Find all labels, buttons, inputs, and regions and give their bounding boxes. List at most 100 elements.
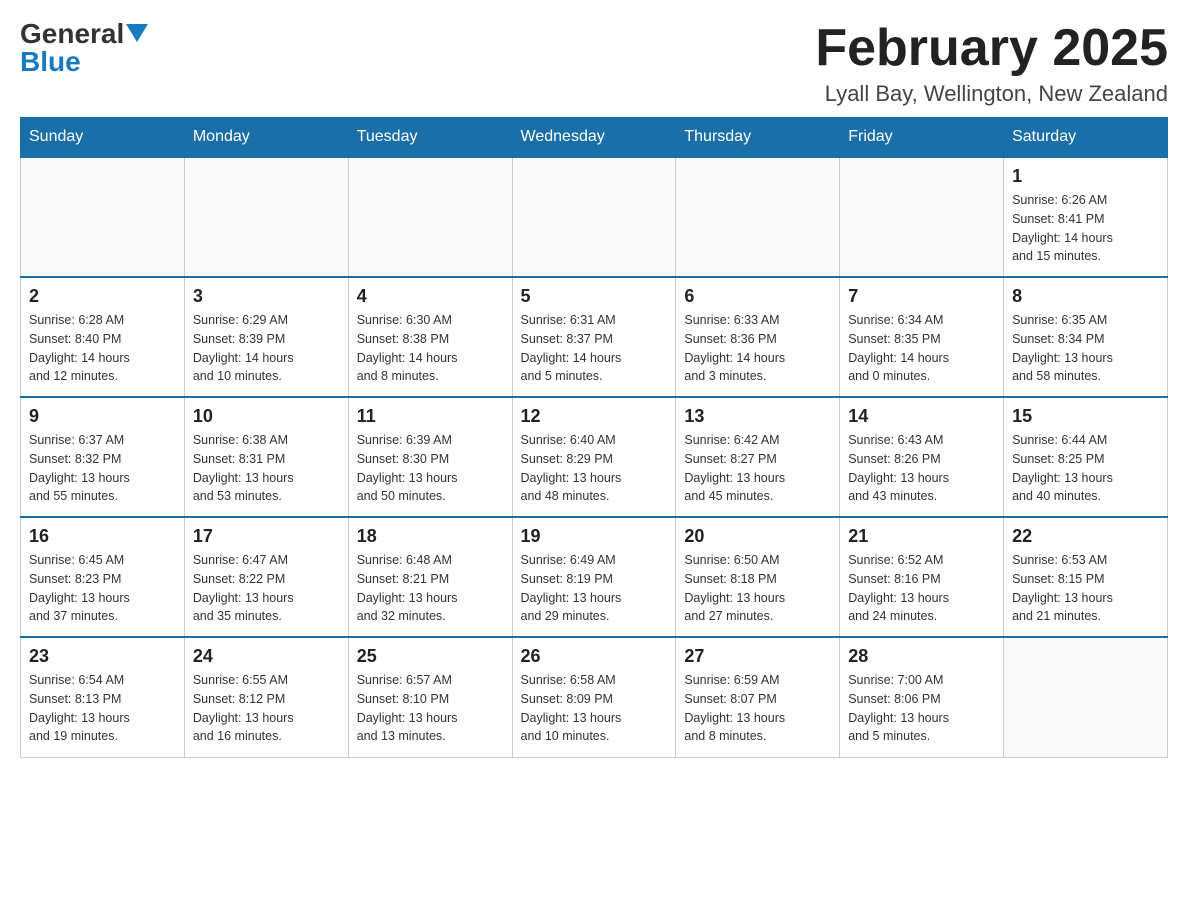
day-number: 1	[1012, 166, 1159, 187]
day-number: 16	[29, 526, 176, 547]
day-info: Sunrise: 6:50 AM Sunset: 8:18 PM Dayligh…	[684, 551, 831, 626]
day-info: Sunrise: 6:54 AM Sunset: 8:13 PM Dayligh…	[29, 671, 176, 746]
day-info: Sunrise: 6:29 AM Sunset: 8:39 PM Dayligh…	[193, 311, 340, 386]
day-info: Sunrise: 6:49 AM Sunset: 8:19 PM Dayligh…	[521, 551, 668, 626]
calendar-cell	[184, 157, 348, 277]
calendar-cell: 1 Sunrise: 6:26 AM Sunset: 8:41 PM Daylig…	[1004, 157, 1168, 277]
logo-general-text: General	[20, 20, 124, 48]
weekday-header-friday: Friday	[840, 118, 1004, 158]
calendar-cell	[512, 157, 676, 277]
day-info: Sunrise: 6:57 AM Sunset: 8:10 PM Dayligh…	[357, 671, 504, 746]
day-info: Sunrise: 6:47 AM Sunset: 8:22 PM Dayligh…	[193, 551, 340, 626]
weekday-header-tuesday: Tuesday	[348, 118, 512, 158]
day-info: Sunrise: 6:43 AM Sunset: 8:26 PM Dayligh…	[848, 431, 995, 506]
calendar-cell: 10Sunrise: 6:38 AM Sunset: 8:31 PM Dayli…	[184, 397, 348, 517]
calendar-cell: 23 Sunrise: 6:54 AM Sunset: 8:13 PM Dayli…	[21, 637, 185, 757]
calendar-cell: 24 Sunrise: 6:55 AM Sunset: 8:12 PM Dayli…	[184, 637, 348, 757]
calendar-table: SundayMondayTuesdayWednesdayThursdayFrid…	[20, 117, 1168, 758]
calendar-cell: 22 Sunrise: 6:53 AM Sunset: 8:15 PM Dayli…	[1004, 517, 1168, 637]
week-row-1: 1 Sunrise: 6:26 AM Sunset: 8:41 PM Daylig…	[21, 157, 1168, 277]
calendar-cell: 18 Sunrise: 6:48 AM Sunset: 8:21 PM Dayli…	[348, 517, 512, 637]
day-number: 24	[193, 646, 340, 667]
calendar-cell: 12 Sunrise: 6:40 AM Sunset: 8:29 PM Dayli…	[512, 397, 676, 517]
day-info: Sunrise: 6:58 AM Sunset: 8:09 PM Dayligh…	[521, 671, 668, 746]
calendar-cell: 26 Sunrise: 6:58 AM Sunset: 8:09 PM Dayli…	[512, 637, 676, 757]
day-info: Sunrise: 6:40 AM Sunset: 8:29 PM Dayligh…	[521, 431, 668, 506]
day-number: 12	[521, 406, 668, 427]
page-header: General Blue February 2025 Lyall Bay, We…	[20, 20, 1168, 107]
day-info: Sunrise: 7:00 AM Sunset: 8:06 PM Dayligh…	[848, 671, 995, 746]
weekday-header-wednesday: Wednesday	[512, 118, 676, 158]
day-number: 26	[521, 646, 668, 667]
day-info: Sunrise: 6:37 AM Sunset: 8:32 PM Dayligh…	[29, 431, 176, 506]
week-row-3: 9 Sunrise: 6:37 AM Sunset: 8:32 PM Daylig…	[21, 397, 1168, 517]
day-info: Sunrise: 6:30 AM Sunset: 8:38 PM Dayligh…	[357, 311, 504, 386]
day-number: 21	[848, 526, 995, 547]
day-number: 19	[521, 526, 668, 547]
calendar-cell	[1004, 637, 1168, 757]
calendar-cell	[840, 157, 1004, 277]
day-info: Sunrise: 6:26 AM Sunset: 8:41 PM Dayligh…	[1012, 191, 1159, 266]
day-number: 14	[848, 406, 995, 427]
week-row-2: 2 Sunrise: 6:28 AM Sunset: 8:40 PM Daylig…	[21, 277, 1168, 397]
week-row-4: 16 Sunrise: 6:45 AM Sunset: 8:23 PM Dayli…	[21, 517, 1168, 637]
week-row-5: 23 Sunrise: 6:54 AM Sunset: 8:13 PM Dayli…	[21, 637, 1168, 757]
calendar-cell	[21, 157, 185, 277]
day-number: 23	[29, 646, 176, 667]
calendar-cell: 27Sunrise: 6:59 AM Sunset: 8:07 PM Dayli…	[676, 637, 840, 757]
calendar-cell: 4Sunrise: 6:30 AM Sunset: 8:38 PM Daylig…	[348, 277, 512, 397]
day-info: Sunrise: 6:42 AM Sunset: 8:27 PM Dayligh…	[684, 431, 831, 506]
weekday-header-thursday: Thursday	[676, 118, 840, 158]
day-info: Sunrise: 6:53 AM Sunset: 8:15 PM Dayligh…	[1012, 551, 1159, 626]
day-number: 9	[29, 406, 176, 427]
calendar-cell: 11 Sunrise: 6:39 AM Sunset: 8:30 PM Dayli…	[348, 397, 512, 517]
day-info: Sunrise: 6:48 AM Sunset: 8:21 PM Dayligh…	[357, 551, 504, 626]
calendar-cell: 19 Sunrise: 6:49 AM Sunset: 8:19 PM Dayli…	[512, 517, 676, 637]
calendar-cell: 9 Sunrise: 6:37 AM Sunset: 8:32 PM Daylig…	[21, 397, 185, 517]
day-number: 28	[848, 646, 995, 667]
logo: General Blue	[20, 20, 148, 76]
day-info: Sunrise: 6:44 AM Sunset: 8:25 PM Dayligh…	[1012, 431, 1159, 506]
calendar-cell: 16 Sunrise: 6:45 AM Sunset: 8:23 PM Dayli…	[21, 517, 185, 637]
day-number: 5	[521, 286, 668, 307]
day-number: 2	[29, 286, 176, 307]
calendar-cell: 28 Sunrise: 7:00 AM Sunset: 8:06 PM Dayli…	[840, 637, 1004, 757]
calendar-cell: 3Sunrise: 6:29 AM Sunset: 8:39 PM Daylig…	[184, 277, 348, 397]
day-number: 18	[357, 526, 504, 547]
day-info: Sunrise: 6:34 AM Sunset: 8:35 PM Dayligh…	[848, 311, 995, 386]
calendar-cell: 15 Sunrise: 6:44 AM Sunset: 8:25 PM Dayli…	[1004, 397, 1168, 517]
weekday-header-monday: Monday	[184, 118, 348, 158]
calendar-cell	[676, 157, 840, 277]
logo-blue-text: Blue	[20, 48, 81, 76]
calendar-cell: 6Sunrise: 6:33 AM Sunset: 8:36 PM Daylig…	[676, 277, 840, 397]
day-number: 25	[357, 646, 504, 667]
calendar-cell: 17 Sunrise: 6:47 AM Sunset: 8:22 PM Dayli…	[184, 517, 348, 637]
calendar-cell: 13Sunrise: 6:42 AM Sunset: 8:27 PM Dayli…	[676, 397, 840, 517]
day-info: Sunrise: 6:28 AM Sunset: 8:40 PM Dayligh…	[29, 311, 176, 386]
calendar-title: February 2025	[815, 20, 1168, 77]
calendar-cell: 5 Sunrise: 6:31 AM Sunset: 8:37 PM Daylig…	[512, 277, 676, 397]
weekday-header-sunday: Sunday	[21, 118, 185, 158]
day-info: Sunrise: 6:45 AM Sunset: 8:23 PM Dayligh…	[29, 551, 176, 626]
logo-arrow-icon	[126, 24, 148, 46]
calendar-cell: 7Sunrise: 6:34 AM Sunset: 8:35 PM Daylig…	[840, 277, 1004, 397]
calendar-cell: 20 Sunrise: 6:50 AM Sunset: 8:18 PM Dayli…	[676, 517, 840, 637]
day-number: 20	[684, 526, 831, 547]
day-number: 6	[684, 286, 831, 307]
calendar-cell: 21Sunrise: 6:52 AM Sunset: 8:16 PM Dayli…	[840, 517, 1004, 637]
day-info: Sunrise: 6:59 AM Sunset: 8:07 PM Dayligh…	[684, 671, 831, 746]
day-info: Sunrise: 6:38 AM Sunset: 8:31 PM Dayligh…	[193, 431, 340, 506]
day-number: 22	[1012, 526, 1159, 547]
weekday-header-row: SundayMondayTuesdayWednesdayThursdayFrid…	[21, 118, 1168, 158]
day-number: 17	[193, 526, 340, 547]
day-info: Sunrise: 6:35 AM Sunset: 8:34 PM Dayligh…	[1012, 311, 1159, 386]
day-number: 11	[357, 406, 504, 427]
calendar-cell: 14 Sunrise: 6:43 AM Sunset: 8:26 PM Dayli…	[840, 397, 1004, 517]
day-number: 8	[1012, 286, 1159, 307]
day-info: Sunrise: 6:55 AM Sunset: 8:12 PM Dayligh…	[193, 671, 340, 746]
day-number: 15	[1012, 406, 1159, 427]
title-block: February 2025 Lyall Bay, Wellington, New…	[815, 20, 1168, 107]
calendar-cell: 8 Sunrise: 6:35 AM Sunset: 8:34 PM Daylig…	[1004, 277, 1168, 397]
day-info: Sunrise: 6:31 AM Sunset: 8:37 PM Dayligh…	[521, 311, 668, 386]
day-info: Sunrise: 6:39 AM Sunset: 8:30 PM Dayligh…	[357, 431, 504, 506]
